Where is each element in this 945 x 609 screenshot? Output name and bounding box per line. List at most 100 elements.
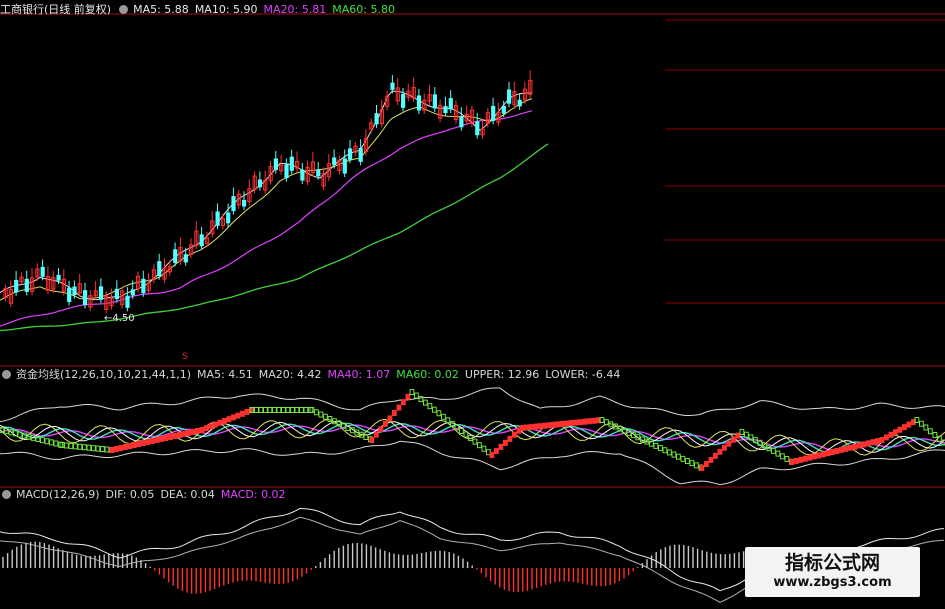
fund-step-block [86,444,92,451]
fund-step-block [667,449,672,456]
fund-step-block [436,410,442,417]
fund-step-block [713,452,718,459]
fund-ma40-value: MA40: 1.07 [327,368,391,381]
fund-step-block [190,429,196,435]
fund-step-block [671,451,677,458]
fund-step-block [95,445,101,452]
fund-step-block [427,403,433,410]
candle-body [24,278,29,292]
fund-step-block [919,420,924,427]
fund-step-block [226,416,232,423]
price-panel[interactable] [0,70,549,332]
fund-step-block [303,407,309,413]
fund-step-block [481,445,487,452]
fund-step-block [708,456,714,463]
fund-step-block [923,424,929,431]
fund-step-block [267,407,273,413]
fund-step-block [401,399,406,406]
fund-header: 资金均线(12,26,10,10,21,44,1,1) MA5: 4.51 MA20… [0,367,626,383]
low-price-label: ←4.50 [104,313,135,324]
fund-step-block [555,421,561,428]
fund-step-block [866,440,871,447]
fund-step-block [168,434,173,440]
candle-body [374,113,379,125]
chart-canvas[interactable] [0,0,945,609]
fund-step-block [118,445,124,451]
fund-step-block [533,423,538,430]
candle-body [141,278,146,294]
lower-band-line [0,440,945,486]
fund-step-block [789,459,795,465]
fund-step-block [132,442,137,448]
fund-step-block [653,442,659,449]
candle-body [448,98,453,110]
fund-step-block [870,439,876,446]
fund-step-block [503,439,508,446]
fund-step-block [258,407,264,413]
fund-step-block [857,442,862,449]
fund-step-block [839,446,844,453]
fund-step-block [477,442,482,449]
dif-value: DIF: 0.05 [105,488,155,501]
fund-step-block [159,436,164,442]
fund-step-block [578,419,583,426]
fund-step-block [897,426,903,433]
candle-body [273,158,278,171]
fund-step-block [213,421,218,428]
fund-step-block [830,449,835,456]
fund-step-block [177,432,182,438]
fund-step-block [591,417,597,424]
fund-step-block [507,435,513,442]
fund-step-block [852,443,858,450]
candle-body [284,164,289,179]
candle-body [231,196,236,212]
fund-step-block [195,428,200,434]
fund-step-block [888,431,894,438]
fund-step-block [560,420,565,427]
fund-step-block [803,455,808,462]
fund-step-block [694,462,699,469]
candle-body [501,105,506,114]
fund-step-block [272,407,277,413]
candle-body [348,148,353,160]
fund-step-block [104,446,110,453]
candle-body [507,89,512,104]
fund-step-block [726,440,732,447]
fund-step-block [204,425,209,432]
ma60-value: MA60: 5.80 [332,3,395,16]
fund-step-block [136,441,142,447]
watermark-title: 指标公式网 [784,552,880,574]
fund-step-block [542,422,547,429]
low-price-value: 4.50 [112,313,135,324]
macd-value: MACD: 0.02 [220,488,286,501]
settings-icon[interactable] [2,490,11,499]
fund-step-block [551,421,556,428]
settings-icon[interactable] [119,5,129,14]
candle-body [289,156,294,171]
fund-upper-value: UPPER: 12.96 [464,368,540,381]
fund-step-block [199,427,205,433]
fund-ma-panel[interactable] [0,387,945,486]
candle-body [459,116,464,128]
fund-step-block [281,407,286,413]
fund-step-block [172,433,178,439]
fund-step-block [392,410,397,416]
fund-step-block [472,438,478,445]
settings-icon[interactable] [2,370,11,379]
candle-body [56,274,61,281]
signal-marker: S [182,352,188,362]
fund-step-block [77,443,83,450]
fund-step-block [150,438,155,444]
candle-body [517,99,522,107]
fund-step-block [414,392,419,399]
fund-step-block [299,407,304,413]
fund-step-block [717,448,723,455]
fund-step-block [569,420,574,427]
fund-step-block [123,444,128,450]
fund-step-block [290,407,295,413]
fund-step-block [64,442,69,449]
candle-body [215,211,220,226]
fund-step-block [680,455,686,462]
watermark-url: www.zbgs3.com [773,575,892,590]
fund-step-block [512,431,517,438]
